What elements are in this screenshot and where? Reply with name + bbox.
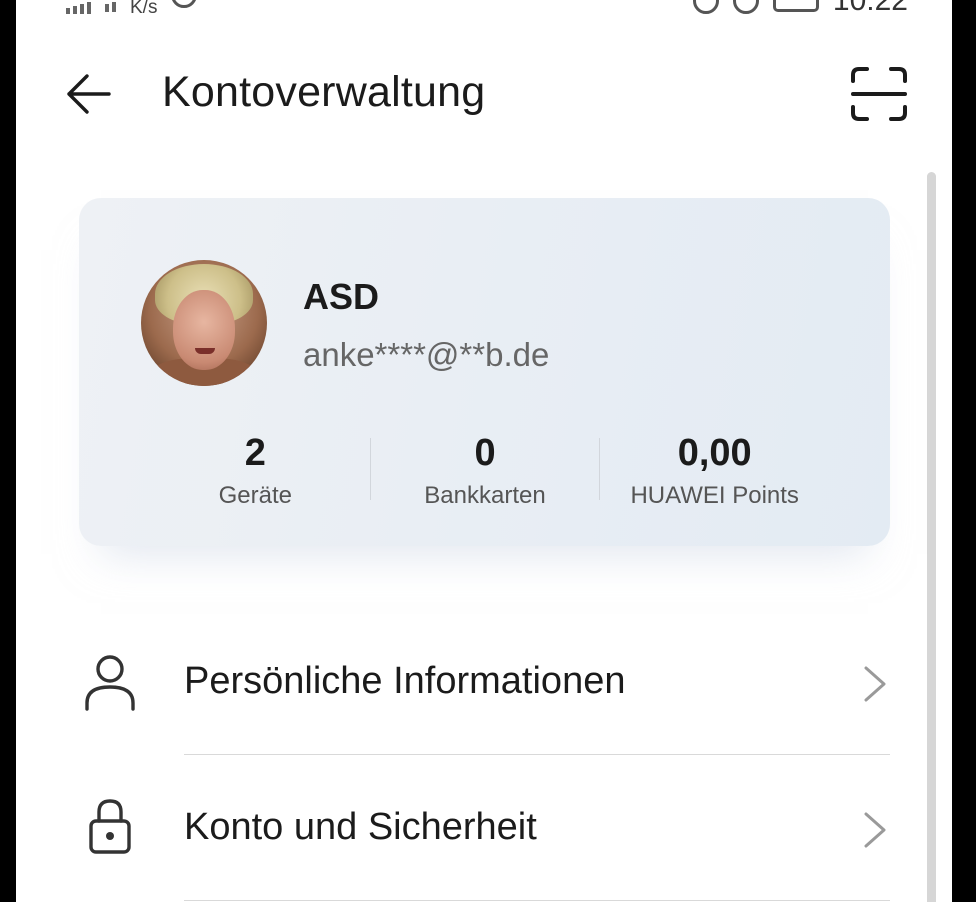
- page-title: Kontoverwaltung: [162, 68, 486, 116]
- status-bar: K/s 10:22: [16, 0, 952, 18]
- stat-value: 0,00: [677, 432, 752, 474]
- chevron-right-icon: [864, 812, 886, 848]
- scan-icon: [851, 67, 907, 121]
- stat-label: Geräte: [218, 482, 293, 509]
- status-bar-right: 10:22: [692, 0, 908, 18]
- account-stats: 2 Geräte 0 Bankkarten 0,00 HUAWEI Points: [141, 430, 829, 514]
- user-email: anke****@**b.de: [303, 336, 550, 373]
- profile-card[interactable]: ASD anke****@**b.de 2 Geräte 0 Bankkarte…: [79, 198, 890, 546]
- network-speed-unit: K/s: [130, 0, 158, 18]
- status-bar-left: K/s: [66, 0, 198, 18]
- battery-icon: [772, 0, 819, 12]
- menu-item-personal-info[interactable]: Persönliche Informationen: [16, 614, 952, 754]
- stat-huawei-points[interactable]: 0,00 HUAWEI Points: [600, 430, 829, 514]
- menu-item-account-security[interactable]: Konto und Sicherheit: [16, 760, 952, 900]
- notification-icon: [692, 0, 719, 14]
- menu-item-label: Persönliche Informationen: [184, 660, 626, 702]
- divider: [184, 900, 890, 901]
- screen: K/s 10:22 Kontoverwaltung ASD anke****@*…: [16, 0, 952, 902]
- chevron-right-icon: [864, 666, 886, 702]
- menu-item-label: Konto und Sicherheit: [184, 806, 537, 848]
- stat-value: 2: [244, 432, 266, 474]
- lock-icon: [89, 799, 131, 854]
- user-name: ASD: [303, 276, 380, 317]
- stat-value: 0: [474, 432, 496, 474]
- stat-label: HUAWEI Points: [630, 482, 799, 509]
- back-button[interactable]: [60, 66, 116, 122]
- stat-devices[interactable]: 2 Geräte: [141, 430, 370, 514]
- avatar[interactable]: [141, 260, 267, 386]
- signal-bars-icon: [66, 2, 91, 14]
- person-icon: [85, 655, 135, 711]
- scan-button[interactable]: [846, 64, 912, 124]
- arrow-left-icon: [67, 74, 111, 114]
- status-time: 10:22: [832, 0, 908, 17]
- sync-icon: [171, 0, 198, 8]
- person-icon-wrap: [82, 652, 138, 712]
- lock-icon-wrap: [82, 796, 138, 856]
- alarm-icon: [732, 0, 759, 14]
- stat-label: Bankkarten: [424, 482, 546, 509]
- divider: [184, 754, 890, 755]
- stat-bank-cards[interactable]: 0 Bankkarten: [371, 430, 600, 514]
- wifi-icon: [105, 2, 116, 12]
